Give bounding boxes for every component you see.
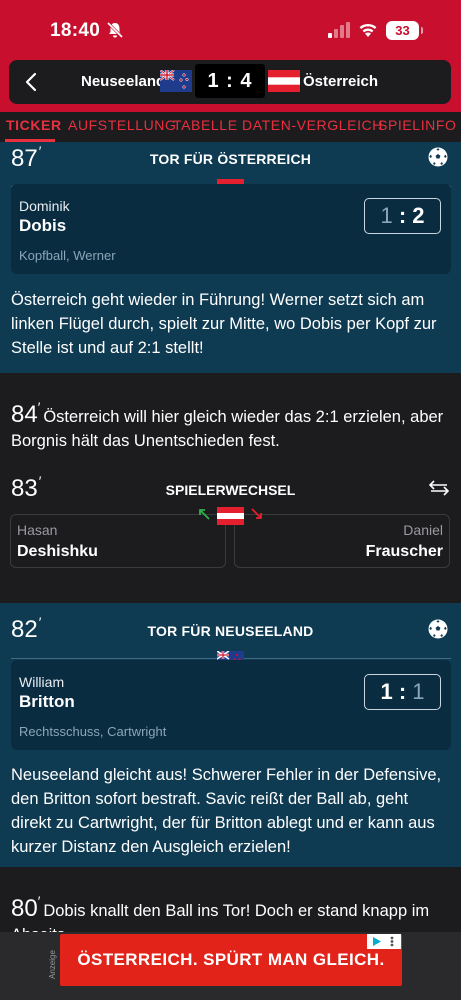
tab-ticker[interactable]: TICKER: [6, 117, 62, 133]
event-minute: 80′: [11, 893, 41, 922]
ticker-entry-80: 80′Dobis knallt den Ball ins Tor! Doch e…: [0, 867, 461, 932]
event-title: SPIELERWECHSEL: [165, 482, 296, 498]
goal-detail: Rechtsschuss, Cartwright: [19, 724, 167, 739]
tab-bar: TICKER AUFSTELLUNG TABELLE DATEN-VERGLEI…: [0, 112, 461, 142]
scorer-last-name: Dobis: [19, 216, 67, 235]
goal-event-87: 87′ TOR FÜR ÖSTERREICH Dominik Dobis Kop…: [0, 142, 461, 373]
tab-daten-vergleich[interactable]: DATEN-VERGLEICH: [242, 117, 383, 133]
bell-muted-icon: [106, 21, 124, 39]
ad-text: ÖSTERREICH. SPÜRT MAN GLEICH.: [77, 950, 385, 969]
austria-flag-icon: [217, 507, 244, 525]
goal-detail: Kopfball, Werner: [19, 248, 116, 263]
goal-event-82: 82′ TOR FÜR NEUSEELAND William Britton R…: [0, 603, 461, 867]
score-after-goal: 1 : 2: [364, 198, 441, 234]
swap-arrows-icon: [429, 480, 449, 496]
football-icon: [428, 147, 448, 167]
event-minute: 84′: [11, 399, 41, 428]
ticker-entry-84: 84′Österreich will hier gleich wieder da…: [0, 373, 461, 451]
ticker-feed[interactable]: 87′ TOR FÜR ÖSTERREICH Dominik Dobis Kop…: [0, 142, 461, 932]
austria-flag-icon: [268, 70, 300, 92]
arrow-out-icon: [251, 508, 262, 519]
score-after-goal: 1 : 1: [364, 674, 441, 710]
cellular-signal-icon: [328, 22, 350, 38]
scorer-first-name: William: [19, 674, 65, 690]
ad-banner[interactable]: ÖSTERREICH. SPÜRT MAN GLEICH.: [60, 934, 402, 986]
event-description: 84′Österreich will hier gleich wieder da…: [11, 399, 444, 450]
match-header: Neuseeland 1 : 4 Österreich: [9, 60, 451, 104]
wifi-icon: [359, 23, 377, 37]
advertisement-bar: Anzeige ÖSTERREICH. SPÜRT MAN GLEICH.: [0, 932, 461, 1000]
event-title: TOR FÜR ÖSTERREICH: [149, 151, 312, 167]
event-description: Österreich geht wieder in Führung! Werne…: [11, 291, 437, 357]
away-team-name: Österreich: [303, 73, 379, 90]
ad-choices-icon[interactable]: [367, 934, 401, 949]
battery-indicator: 33: [386, 21, 423, 40]
tab-aufstellung[interactable]: AUFSTELLUNG: [68, 117, 177, 133]
scorer-last-name: Britton: [19, 692, 75, 711]
player-out-last-name: Deshishku: [17, 543, 98, 560]
arrow-in-icon: [199, 509, 210, 520]
status-bar: 18:40 33: [0, 0, 461, 58]
player-in-last-name: Frauscher: [365, 543, 443, 560]
status-time: 18:40: [50, 20, 101, 41]
football-icon: [428, 619, 448, 639]
back-chevron-icon[interactable]: [17, 68, 45, 96]
player-out-card[interactable]: Hasan Deshishku: [10, 514, 226, 568]
substitution-event-83: 83′ SPIELERWECHSEL Hasan Deshishku Danie…: [0, 451, 461, 603]
event-description: 80′Dobis knallt den Ball ins Tor! Doch e…: [11, 893, 430, 932]
event-description: Neuseeland gleicht aus! Schwerer Fehler …: [11, 766, 442, 856]
player-out-first-name: Hasan: [17, 522, 58, 538]
player-in-first-name: Daniel: [403, 522, 443, 538]
home-team-name: Neuseeland: [81, 73, 166, 90]
ad-label: Anzeige: [48, 950, 57, 980]
player-in-card[interactable]: Daniel Frauscher: [234, 514, 450, 568]
goal-scorer-card[interactable]: William Britton Rechtsschuss, Cartwright…: [11, 660, 451, 750]
event-title: TOR FÜR NEUSEELAND: [147, 623, 314, 639]
goal-scorer-card[interactable]: Dominik Dobis Kopfball, Werner 1 : 2: [11, 184, 451, 274]
match-score: 1 : 4: [195, 64, 265, 98]
scorer-first-name: Dominik: [19, 198, 70, 214]
tab-tabelle[interactable]: TABELLE: [173, 117, 238, 133]
tab-spielinfo[interactable]: SPIELINFO: [378, 117, 457, 133]
new-zealand-flag-icon: [160, 70, 192, 92]
